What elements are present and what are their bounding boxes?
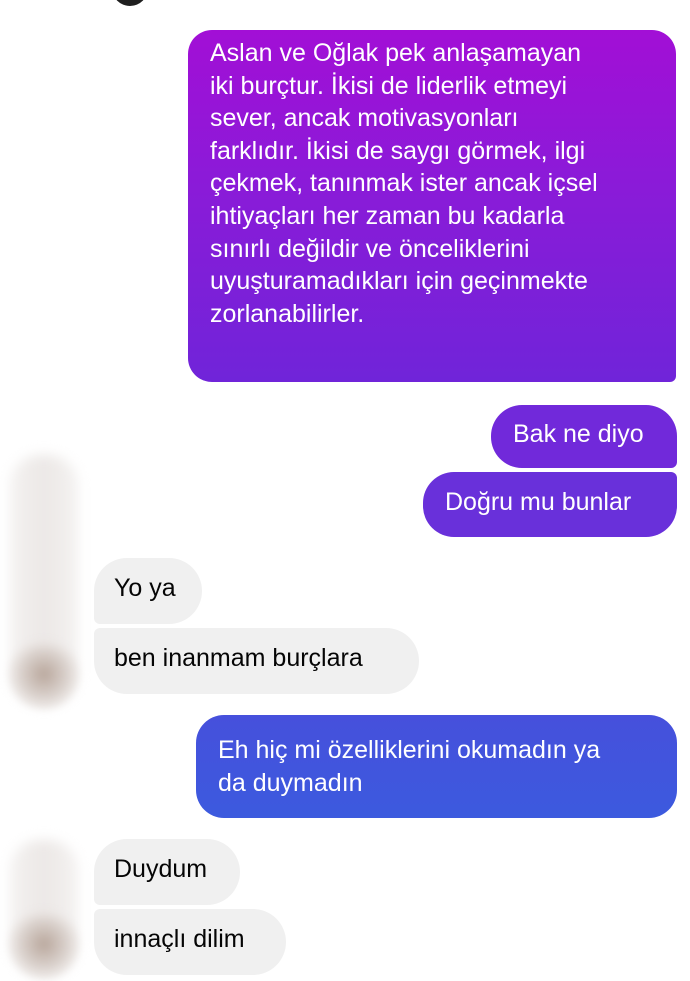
contact-avatar[interactable] (10, 640, 78, 708)
sent-message-bubble[interactable]: Eh hiç mi özelliklerini okumadın ya da d… (196, 715, 677, 818)
message-text: Doğru mu bunlar (445, 488, 632, 516)
message-text: Duydum (114, 855, 208, 883)
contact-avatar-2[interactable] (10, 910, 78, 978)
message-line: farklıdır. İkisi de saygı görmek, ilgi (210, 136, 586, 165)
received-message-bubble[interactable]: ben inanmam burçlara (94, 628, 419, 694)
contact-avatar-top (112, 0, 148, 6)
message-text: ben inanmam burçlara (114, 644, 363, 672)
message-line: çekmek, tanınmak ister ancak içsel (210, 169, 598, 198)
message-line: da duymadın (218, 768, 363, 797)
message-text: Bak ne diyo (513, 420, 644, 448)
message-line: sınırlı değildir ve önceliklerini (210, 234, 530, 263)
sent-message-bubble[interactable]: Aslan ve Oğlak pek anlaşamayan iki burçt… (188, 30, 676, 382)
received-message-bubble[interactable]: Yo ya (94, 558, 202, 624)
message-line: ihtiyaçları her zaman bu kadarla (210, 201, 565, 230)
sent-message-bubble[interactable]: Bak ne diyo (491, 405, 677, 468)
message-line: uyuşturamadıkları için geçinmekte (210, 267, 588, 296)
message-line: zorlanabilirler. (210, 299, 365, 328)
message-line: iki burçtur. İkisi de liderlik etmeyi (210, 71, 568, 100)
message-line: sever, ancak motivasyonları (210, 104, 519, 133)
received-message-bubble[interactable]: innaçlı dilim (94, 909, 286, 975)
message-text: innaçlı dilim (114, 925, 245, 953)
message-text: Yo ya (114, 574, 176, 602)
received-message-bubble[interactable]: Duydum (94, 839, 240, 905)
message-line: Aslan ve Oğlak pek anlaşamayan (210, 39, 582, 67)
message-line: Eh hiç mi özelliklerini okumadın ya (218, 736, 601, 764)
sent-message-bubble[interactable]: Doğru mu bunlar (423, 472, 677, 537)
